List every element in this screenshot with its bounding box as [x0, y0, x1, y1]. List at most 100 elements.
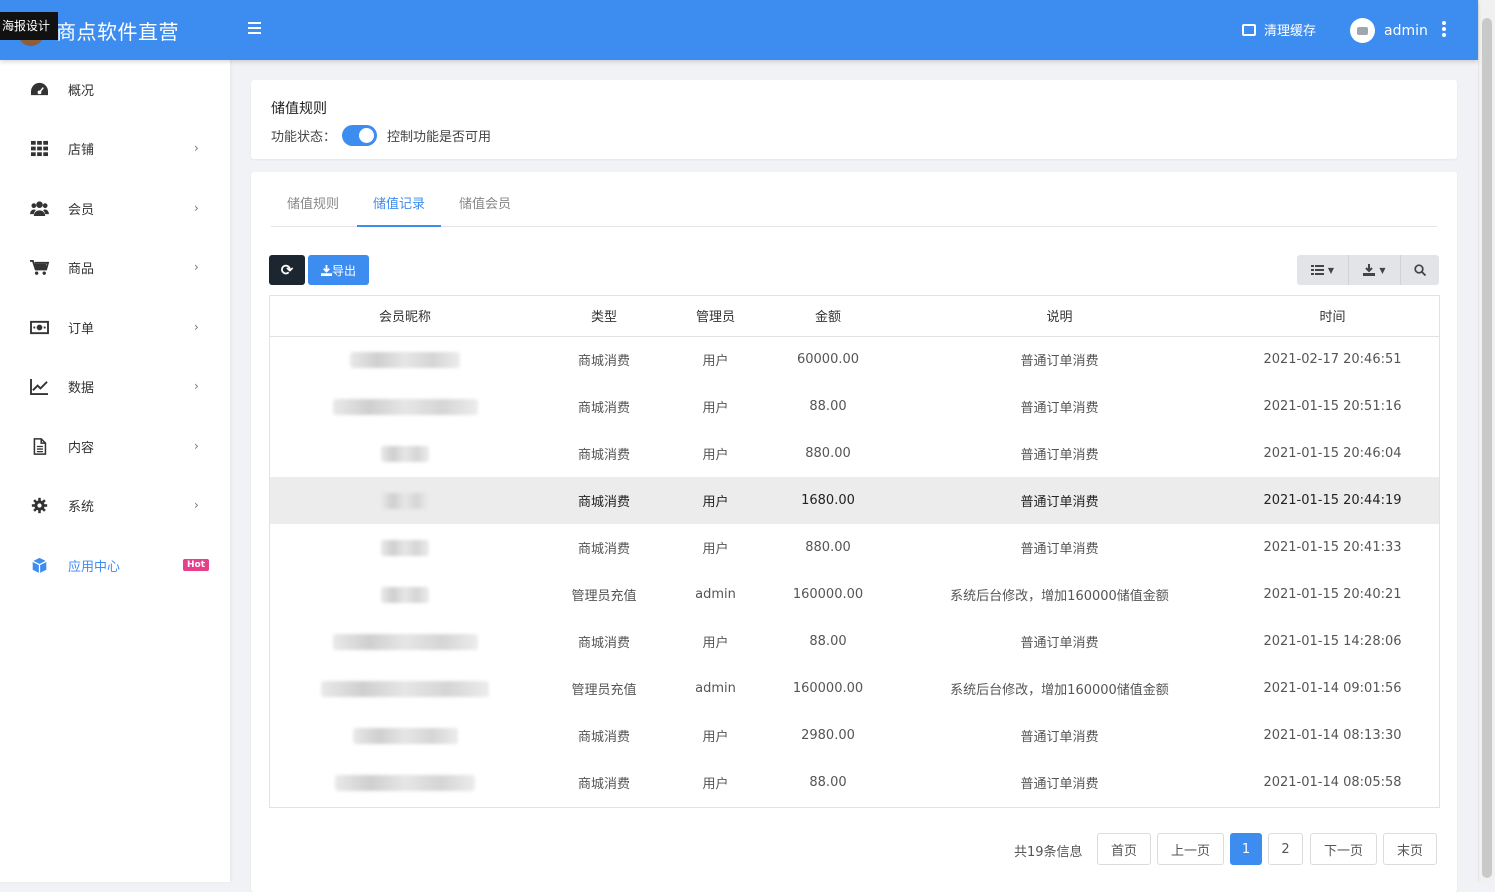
- list-icon: [1310, 265, 1324, 275]
- type-cell: 商城消费: [577, 636, 630, 651]
- admin-cell: 用户: [702, 636, 729, 651]
- last-page-button[interactable]: 末页: [1383, 833, 1437, 865]
- time-cell: 2021-01-15 20:46:04: [1263, 446, 1402, 461]
- table-row[interactable]: 商城消费 用户 88.00 普通订单消费 2021-01-15 20:51:16: [270, 383, 1439, 430]
- amount-cell: 880.00: [805, 540, 851, 555]
- user-menu[interactable]: admin: [1350, 18, 1428, 43]
- description-cell: 系统后台修改，增加160000储值金额: [950, 683, 1169, 698]
- caret-down-icon: ▼: [1327, 265, 1335, 275]
- column-header[interactable]: 金额: [763, 296, 893, 337]
- sidebar-item-label: 系统: [68, 499, 95, 515]
- hot-badge: Hot: [183, 559, 210, 571]
- sidebar-item-members[interactable]: 会员 ›: [0, 188, 230, 228]
- table-row[interactable]: 商城消费 用户 60000.00 普通订单消费 2021-02-17 20:46:51: [270, 336, 1439, 383]
- dashboard-icon: [31, 82, 48, 95]
- search-icon: [1414, 264, 1426, 276]
- chevron-right-icon: ›: [194, 379, 199, 393]
- table-row[interactable]: 商城消费 用户 1680.00 普通订单消费 2021-01-15 20:44:19: [270, 477, 1439, 524]
- description-cell: 普通订单消费: [1020, 401, 1099, 416]
- type-cell: 商城消费: [577, 448, 630, 463]
- redacted-nickname: [335, 774, 475, 791]
- time-cell: 2021-01-15 20:40:21: [1263, 587, 1402, 602]
- more-vertical-icon[interactable]: [1442, 21, 1446, 39]
- description-cell: 普通订单消费: [1020, 354, 1099, 370]
- gear-icon: [31, 497, 48, 513]
- redacted-nickname: [381, 492, 429, 509]
- time-cell: 2021-02-17 20:46:51: [1263, 352, 1402, 368]
- chevron-right-icon: ›: [194, 201, 199, 215]
- sidebar-item-label: 数据: [68, 380, 95, 396]
- redacted-nickname: [321, 680, 489, 697]
- sidebar-item-orders[interactable]: 订单 ›: [0, 307, 230, 347]
- table-row[interactable]: 商城消费 用户 88.00 普通订单消费 2021-01-14 08:05:58: [270, 759, 1439, 806]
- table-row[interactable]: 商城消费 用户 2980.00 普通订单消费 2021-01-14 08:13:30: [270, 712, 1439, 759]
- status-label: 功能状态：: [271, 130, 337, 145]
- refresh-button[interactable]: ⟳: [269, 255, 305, 285]
- column-header[interactable]: 时间: [1226, 296, 1439, 337]
- sidebar-item-products[interactable]: 商品 ›: [0, 247, 230, 287]
- next-page-button[interactable]: 下一页: [1310, 833, 1377, 865]
- export-label: 导出: [331, 263, 356, 278]
- admin-cell: 用户: [702, 354, 729, 370]
- amount-cell: 160000.00: [792, 681, 864, 696]
- redacted-nickname: [381, 586, 429, 603]
- admin-cell: admin: [695, 587, 736, 602]
- status-toggle[interactable]: [342, 125, 378, 146]
- table-row[interactable]: 商城消费 用户 880.00 普通订单消费 2021-01-15 20:46:04: [270, 430, 1439, 477]
- cart-icon: [30, 259, 49, 275]
- tab-rules[interactable]: 储值规则: [271, 192, 355, 227]
- export-dropdown-button[interactable]: ▼: [1349, 255, 1401, 285]
- redacted-nickname: [352, 727, 458, 744]
- table-row[interactable]: 管理员充值 admin 160000.00 系统后台修改，增加160000储值金额 20…: [270, 571, 1439, 618]
- page-button-1[interactable]: 1: [1230, 833, 1262, 865]
- sidebar-item-label: 订单: [68, 321, 95, 337]
- columns-toggle-button[interactable]: ▼: [1297, 255, 1349, 285]
- page-button-2[interactable]: 2: [1268, 833, 1303, 865]
- sidebar-item-store[interactable]: 店铺 ›: [0, 128, 230, 168]
- member-nickname-cell: [270, 524, 540, 571]
- table-row[interactable]: 管理员充值 admin 160000.00 系统后台修改，增加160000储值金额 20…: [270, 665, 1439, 712]
- redacted-nickname: [332, 398, 478, 415]
- refresh-icon: ⟳: [280, 261, 294, 279]
- member-nickname-cell: [270, 430, 540, 477]
- status-row: 功能状态： 控制功能是否可用: [271, 125, 491, 146]
- tab-records[interactable]: 储值记录: [357, 192, 442, 227]
- amount-cell: 2980.00: [801, 728, 855, 743]
- sidebar-item-label: 应用中心: [68, 559, 121, 575]
- column-header[interactable]: 管理员: [668, 296, 763, 337]
- tab-members[interactable]: 储值会员: [443, 192, 527, 227]
- column-header[interactable]: 说明: [893, 296, 1226, 337]
- type-cell: 管理员充值: [571, 589, 637, 604]
- username: admin: [1384, 22, 1428, 39]
- scroll-thumb[interactable]: [1482, 18, 1492, 878]
- column-header[interactable]: 会员昵称: [270, 296, 540, 337]
- chevron-right-icon: ›: [194, 498, 199, 512]
- prev-page-button[interactable]: 上一页: [1157, 833, 1224, 865]
- table-row[interactable]: 商城消费 用户 88.00 普通订单消费 2021-01-15 14:28:06: [270, 618, 1439, 665]
- records-card: 储值规则 储值记录 储值会员 ⟳ 导出 ▼ ▼ 会员昵称 类型 管理员 金额 说…: [251, 172, 1457, 892]
- sidebar-item-label: 店铺: [68, 142, 95, 158]
- table-row[interactable]: 商城消费 用户 880.00 普通订单消费 2021-01-15 20:41:33: [270, 524, 1439, 571]
- top-bar: 商点软件直营 清理缓存 admin: [0, 0, 1478, 60]
- member-nickname-cell: [270, 712, 540, 759]
- amount-cell: 880.00: [805, 446, 851, 461]
- sidebar-item-system[interactable]: 系统 ›: [0, 485, 230, 525]
- grid-icon: [31, 140, 48, 156]
- member-nickname-cell: [270, 477, 540, 524]
- sidebar-item-content[interactable]: 内容 ›: [0, 426, 230, 466]
- page-scrollbar[interactable]: [1478, 0, 1495, 882]
- pagination-info: 共19条信息: [1014, 845, 1083, 860]
- sidebar-item-overview[interactable]: 概况: [0, 69, 230, 109]
- first-page-button[interactable]: 首页: [1097, 833, 1151, 865]
- column-header[interactable]: 类型: [540, 296, 668, 337]
- redacted-nickname: [350, 351, 460, 368]
- search-toggle-button[interactable]: [1401, 255, 1439, 285]
- sidebar-item-app-center[interactable]: 应用中心 Hot: [0, 545, 230, 585]
- status-description: 控制功能是否可用: [387, 130, 492, 145]
- time-cell: 2021-01-15 14:28:06: [1263, 634, 1402, 649]
- clear-cache-button[interactable]: 清理缓存: [1242, 20, 1316, 39]
- sidebar: 概况 店铺 › 会员 › 商品 › 订单 › 数据 › 内容 › 系统 › 应用…: [0, 60, 230, 882]
- export-button[interactable]: 导出: [308, 255, 369, 285]
- menu-toggle-icon[interactable]: [248, 22, 262, 38]
- sidebar-item-data[interactable]: 数据 ›: [0, 366, 230, 406]
